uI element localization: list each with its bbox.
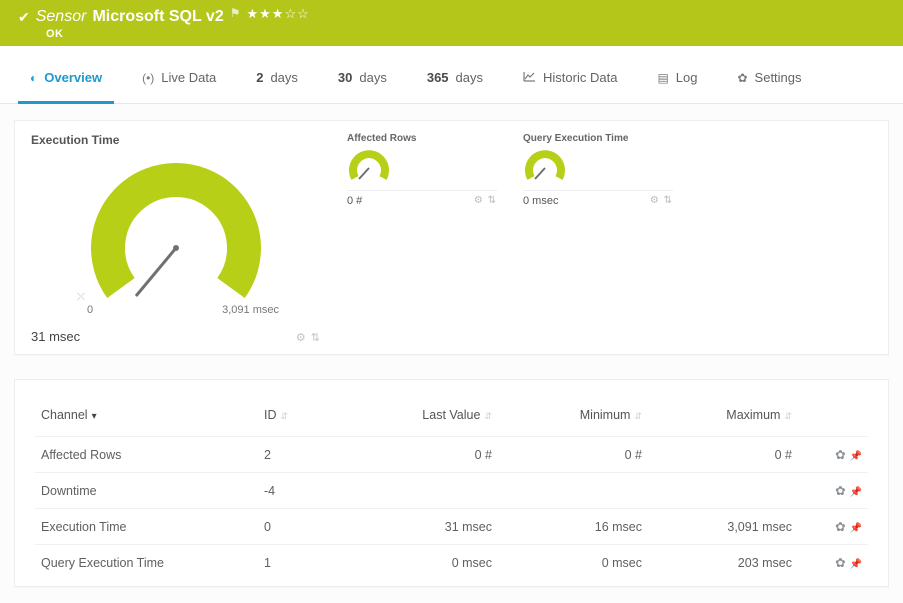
cell-max: 3,091 msec [648, 509, 798, 545]
tab-label: Live Data [161, 70, 216, 85]
tab-log[interactable]: ▤ Log [637, 70, 717, 103]
row-actions[interactable]: ✿📌 [798, 473, 868, 509]
mini-gauge-actions[interactable]: ⚙ ⇅ [474, 195, 497, 207]
gear-icon: ✿ [835, 520, 845, 534]
cell-channel: Query Execution Time [35, 545, 258, 581]
pin-icon: 📌 [850, 487, 862, 498]
rating-stars[interactable]: ★★★☆☆ [247, 6, 310, 22]
tab-live-data[interactable]: (•) Live Data [122, 70, 236, 103]
gear-icon: ✿ [835, 448, 845, 462]
table-row: Affected Rows20 #0 #0 #✿📌 [35, 437, 868, 473]
cell-min [498, 473, 648, 509]
gauge-query-execution-time: Query Execution Time 0 msec ⚙ ⇅ [523, 133, 673, 344]
cell-last [348, 473, 498, 509]
gauge-execution-time: Execution Time 0 3,091 msec ⤬ 31 [31, 133, 321, 344]
sort-icon: ⇵ [784, 411, 792, 421]
pin-icon: 📌 [850, 523, 862, 534]
tab-num: 365 [427, 70, 449, 85]
gauge-title: Execution Time [31, 133, 321, 147]
tab-label: Log [676, 70, 698, 85]
mini-gauge-actions[interactable]: ⚙ ⇅ [650, 195, 673, 207]
cell-id: 2 [258, 437, 348, 473]
cell-last: 0 msec [348, 545, 498, 581]
mini-gauge-chart [347, 146, 391, 186]
cell-min: 0 # [498, 437, 648, 473]
channel-table: Channel▾ ID⇵ Last Value⇵ Minimum⇵ Maximu… [35, 398, 868, 580]
table-row: Execution Time031 msec16 msec3,091 msec✿… [35, 509, 868, 545]
sensor-name: Microsoft SQL v2 [92, 8, 223, 26]
cell-id: 0 [258, 509, 348, 545]
signal-icon: (•) [142, 71, 154, 85]
gauge-current-value: 31 msec [31, 329, 80, 344]
chart-icon [523, 71, 536, 85]
tab-label: Historic Data [543, 70, 617, 85]
cell-id: 1 [258, 545, 348, 581]
mini-gauge-title: Affected Rows [347, 133, 497, 144]
sort-desc-icon: ▾ [92, 411, 97, 422]
gauge-icon: ◐ [30, 71, 37, 85]
cell-channel: Execution Time [35, 509, 258, 545]
pin-icon: 📌 [850, 559, 862, 570]
log-icon: ▤ [657, 71, 668, 85]
cell-min: 16 msec [498, 509, 648, 545]
sort-icon: ⇵ [634, 411, 642, 421]
table-row: Query Execution Time10 msec0 msec203 mse… [35, 545, 868, 581]
col-last-value[interactable]: Last Value⇵ [348, 398, 498, 437]
cell-max [648, 473, 798, 509]
tab-unit: days [359, 70, 386, 85]
cell-last: 31 msec [348, 509, 498, 545]
tab-2-days[interactable]: 2 days [236, 70, 318, 103]
mini-gauge-title: Query Execution Time [523, 133, 673, 144]
sort-icon: ⇵ [281, 411, 289, 421]
tab-30-days[interactable]: 30 days [318, 70, 407, 103]
gauge-min-label: 0 [87, 304, 93, 316]
mini-gauge-chart [523, 146, 567, 186]
pin-icon: 📌 [850, 451, 862, 462]
tab-overview[interactable]: ◐ Overview [10, 70, 122, 103]
cell-min: 0 msec [498, 545, 648, 581]
gear-icon: ✿ [835, 484, 845, 498]
gauge-actions[interactable]: ⚙ ⇅ [296, 331, 321, 344]
mini-gauge-value: 0 # [347, 195, 362, 207]
cell-last: 0 # [348, 437, 498, 473]
sensor-type-label: Sensor [36, 8, 87, 26]
sensor-status: OK [46, 28, 885, 40]
cell-channel: Downtime [35, 473, 258, 509]
tab-label: Overview [44, 70, 102, 85]
row-actions[interactable]: ✿📌 [798, 509, 868, 545]
tab-num: 30 [338, 70, 352, 85]
gear-icon: ✿ [835, 556, 845, 570]
gauge-chart [81, 153, 271, 308]
row-actions[interactable]: ✿📌 [798, 437, 868, 473]
tab-bar: ◐ Overview (•) Live Data 2 days 30 days … [0, 46, 903, 104]
col-maximum[interactable]: Maximum⇵ [648, 398, 798, 437]
row-actions[interactable]: ✿📌 [798, 545, 868, 581]
tab-unit: days [456, 70, 483, 85]
tab-365-days[interactable]: 365 days [407, 70, 503, 103]
cell-max: 203 msec [648, 545, 798, 581]
tab-unit: days [270, 70, 297, 85]
priority-flag-icon[interactable]: ⚑ [230, 6, 241, 20]
tab-historic-data[interactable]: Historic Data [503, 70, 637, 103]
channel-table-panel: Channel▾ ID⇵ Last Value⇵ Minimum⇵ Maximu… [14, 379, 889, 587]
cell-max: 0 # [648, 437, 798, 473]
gauge-panel: Execution Time 0 3,091 msec ⤬ 31 [14, 120, 889, 355]
cell-channel: Affected Rows [35, 437, 258, 473]
tab-num: 2 [256, 70, 263, 85]
col-channel[interactable]: Channel▾ [35, 398, 258, 437]
status-check-icon: ✔ [18, 9, 30, 26]
tab-settings[interactable]: ✿ Settings [717, 70, 821, 103]
table-row: Downtime-4✿📌 [35, 473, 868, 509]
cell-id: -4 [258, 473, 348, 509]
gauge-affected-rows: Affected Rows 0 # ⚙ ⇅ [347, 133, 497, 344]
gear-icon: ✿ [737, 71, 747, 85]
sort-icon: ⇵ [484, 411, 492, 421]
sensor-header: ✔ Sensor Microsoft SQL v2 ⚑ ★★★☆☆ OK [0, 0, 903, 46]
mini-gauge-value: 0 msec [523, 195, 558, 207]
col-id[interactable]: ID⇵ [258, 398, 348, 437]
gauge-max-label: 3,091 msec [222, 304, 279, 316]
tab-label: Settings [755, 70, 802, 85]
col-minimum[interactable]: Minimum⇵ [498, 398, 648, 437]
pin-icon: ⤬ [77, 292, 85, 303]
